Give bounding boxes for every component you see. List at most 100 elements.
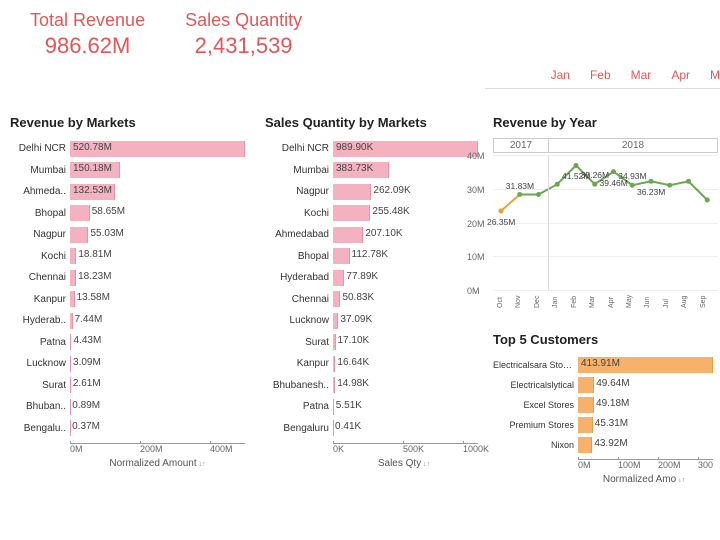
chart-sales-qty-by-markets[interactable]: Sales Quantity by Markets Delhi NCR989.9… [255, 115, 485, 485]
bar-value: 14.98K [337, 378, 369, 389]
bar-row[interactable]: Mumbai383.73K [265, 160, 475, 182]
bar-value: 112.78K [352, 249, 389, 260]
bar-row[interactable]: Chennai 18.23M [10, 267, 245, 289]
bar-row[interactable]: Excel Stores 49.18M [493, 395, 710, 415]
bar-row[interactable]: Hyderab..7.44M [10, 310, 245, 332]
bar-row[interactable]: Bhuban..0.89M [10, 396, 245, 418]
line-point-label: 34.93M [618, 171, 646, 181]
bar-value: 150.18M [73, 163, 112, 174]
month-jan[interactable]: Jan [551, 68, 570, 82]
bar-row[interactable]: Patna4.43M [10, 332, 245, 354]
bar-row[interactable]: Bhopal58.65M [10, 203, 245, 225]
bar-category: Bhopal [265, 251, 333, 262]
bar-value: 520.78M [73, 142, 112, 153]
bar-row[interactable]: Hyderabad 77.89K [265, 267, 475, 289]
bar-value: 0.89M [72, 400, 100, 411]
chart-revenue-by-year[interactable]: Revenue by Year 2017 2018 40M 30M 20M 10… [493, 115, 718, 314]
bar-value: 413.91M [581, 358, 620, 369]
bar-value: 49.18M [596, 398, 629, 409]
month-may[interactable]: M [710, 68, 720, 82]
bar-value: 4.43M [73, 335, 101, 346]
bar-value: 0.41K [335, 421, 361, 432]
bar-row[interactable]: Nixon43.92M [493, 435, 710, 455]
bar-category: Bhuban.. [10, 401, 70, 412]
bar-value: 255.48K [372, 206, 409, 217]
bar-category: Bhopal [10, 208, 70, 219]
bar-row[interactable]: Chennai50.83K [265, 289, 475, 311]
bar-row[interactable]: Ahmedabad 207.10K [265, 224, 475, 246]
month-feb[interactable]: Feb [590, 68, 611, 82]
bar-value: 989.90K [336, 142, 373, 153]
bar-category: Delhi NCR [265, 143, 333, 154]
bar-row[interactable]: Premium Stores 45.31M [493, 415, 710, 435]
bar-value: 77.89K [346, 271, 378, 282]
kpi-total-revenue: Total Revenue 986.62M [30, 10, 145, 59]
bar-row[interactable]: Bengaluru0.41K [265, 418, 475, 440]
bar-row[interactable]: Bhubanesh..14.98K [265, 375, 475, 397]
bar-category: Premium Stores [493, 420, 578, 430]
kpi-qty-label: Sales Quantity [185, 10, 302, 31]
chart-revenue-by-markets[interactable]: Revenue by Markets Delhi NCR520.78MMumba… [0, 115, 255, 485]
bar-category: Hyderabad [265, 272, 333, 283]
bar-row[interactable]: Patna5.51K [265, 396, 475, 418]
bar-row[interactable]: Lucknow3.09M [10, 353, 245, 375]
line-point-label: 31.83M [506, 181, 534, 191]
bar-value: 18.81M [78, 249, 111, 260]
bar-category: Kochi [265, 208, 333, 219]
bar-row[interactable]: Bhopal 112.78K [265, 246, 475, 268]
bar-row[interactable]: Electricalsara Stores413.91M [493, 355, 710, 375]
kpi-revenue-value: 986.62M [30, 33, 145, 59]
bar-value: 55.03M [90, 228, 123, 239]
kpi-qty-value: 2,431,539 [185, 33, 302, 59]
bar-value: 50.83K [342, 292, 374, 303]
bar-value: 16.64K [337, 357, 369, 368]
bar-category: Excel Stores [493, 400, 578, 410]
month-apr[interactable]: Apr [671, 68, 690, 82]
bar-category: Patna [265, 401, 333, 412]
bar-value: 132.53M [73, 185, 112, 196]
bar-row[interactable]: Kanpur13.58M [10, 289, 245, 311]
bar-row[interactable]: Surat17.10K [265, 332, 475, 354]
bar-value: 17.10K [338, 335, 370, 346]
bar-value: 13.58M [77, 292, 110, 303]
bar-row[interactable]: Lucknow 37.09K [265, 310, 475, 332]
bar-category: Bengaluru [265, 423, 333, 434]
bar-row[interactable]: Delhi NCR520.78M [10, 138, 245, 160]
bar-row[interactable]: Nagpur55.03M [10, 224, 245, 246]
bar-row[interactable]: Electricalslytical49.64M [493, 375, 710, 395]
bar-value: 0.37M [72, 421, 100, 432]
bar-category: Bengalu.. [10, 423, 70, 434]
x-axis-title: Sales Qty [333, 458, 475, 469]
x-axis-title: Normalized Amount [70, 458, 245, 469]
bar-row[interactable]: Surat2.61M [10, 375, 245, 397]
chart-top5-customers[interactable]: Top 5 Customers Electricalsara Stores413… [493, 332, 710, 485]
bar-row[interactable]: Nagpur262.09K [265, 181, 475, 203]
bar-category: Electricalsara Stores [493, 360, 578, 370]
bar-row[interactable]: Delhi NCR989.90K [265, 138, 475, 160]
bar-row[interactable]: Mumbai150.18M [10, 160, 245, 182]
bar-category: Electricalslytical [493, 380, 578, 390]
bar-category: Nixon [493, 440, 578, 450]
bar-category: Lucknow [265, 315, 333, 326]
bar-category: Chennai [10, 272, 70, 283]
bar-category: Lucknow [10, 358, 70, 369]
chart-title: Revenue by Year [493, 115, 718, 130]
kpi-row: Total Revenue 986.62M Sales Quantity 2,4… [0, 0, 720, 59]
bar-category: Ahmedabad [265, 229, 333, 240]
bar-value: 37.09K [340, 314, 372, 325]
bar-value: 45.31M [595, 418, 628, 429]
bar-row[interactable]: Bengalu..0.37M [10, 418, 245, 440]
bar-row[interactable]: Kanpur 16.64K [265, 353, 475, 375]
bar-row[interactable]: Kochi18.81M [10, 246, 245, 268]
month-filter: Jan Feb Mar Apr M [551, 68, 720, 82]
bar-category: Kanpur [265, 358, 333, 369]
bar-value: 207.10K [365, 228, 402, 239]
bar-row[interactable]: Ahmeda..132.53M [10, 181, 245, 203]
bar-row[interactable]: Kochi 255.48K [265, 203, 475, 225]
bar-value: 5.51K [336, 400, 362, 411]
month-mar[interactable]: Mar [631, 68, 652, 82]
bar-value: 18.23M [78, 271, 111, 282]
bar-value: 262.09K [373, 185, 410, 196]
bar-value: 2.61M [73, 378, 101, 389]
bar-value: 383.73K [336, 163, 373, 174]
